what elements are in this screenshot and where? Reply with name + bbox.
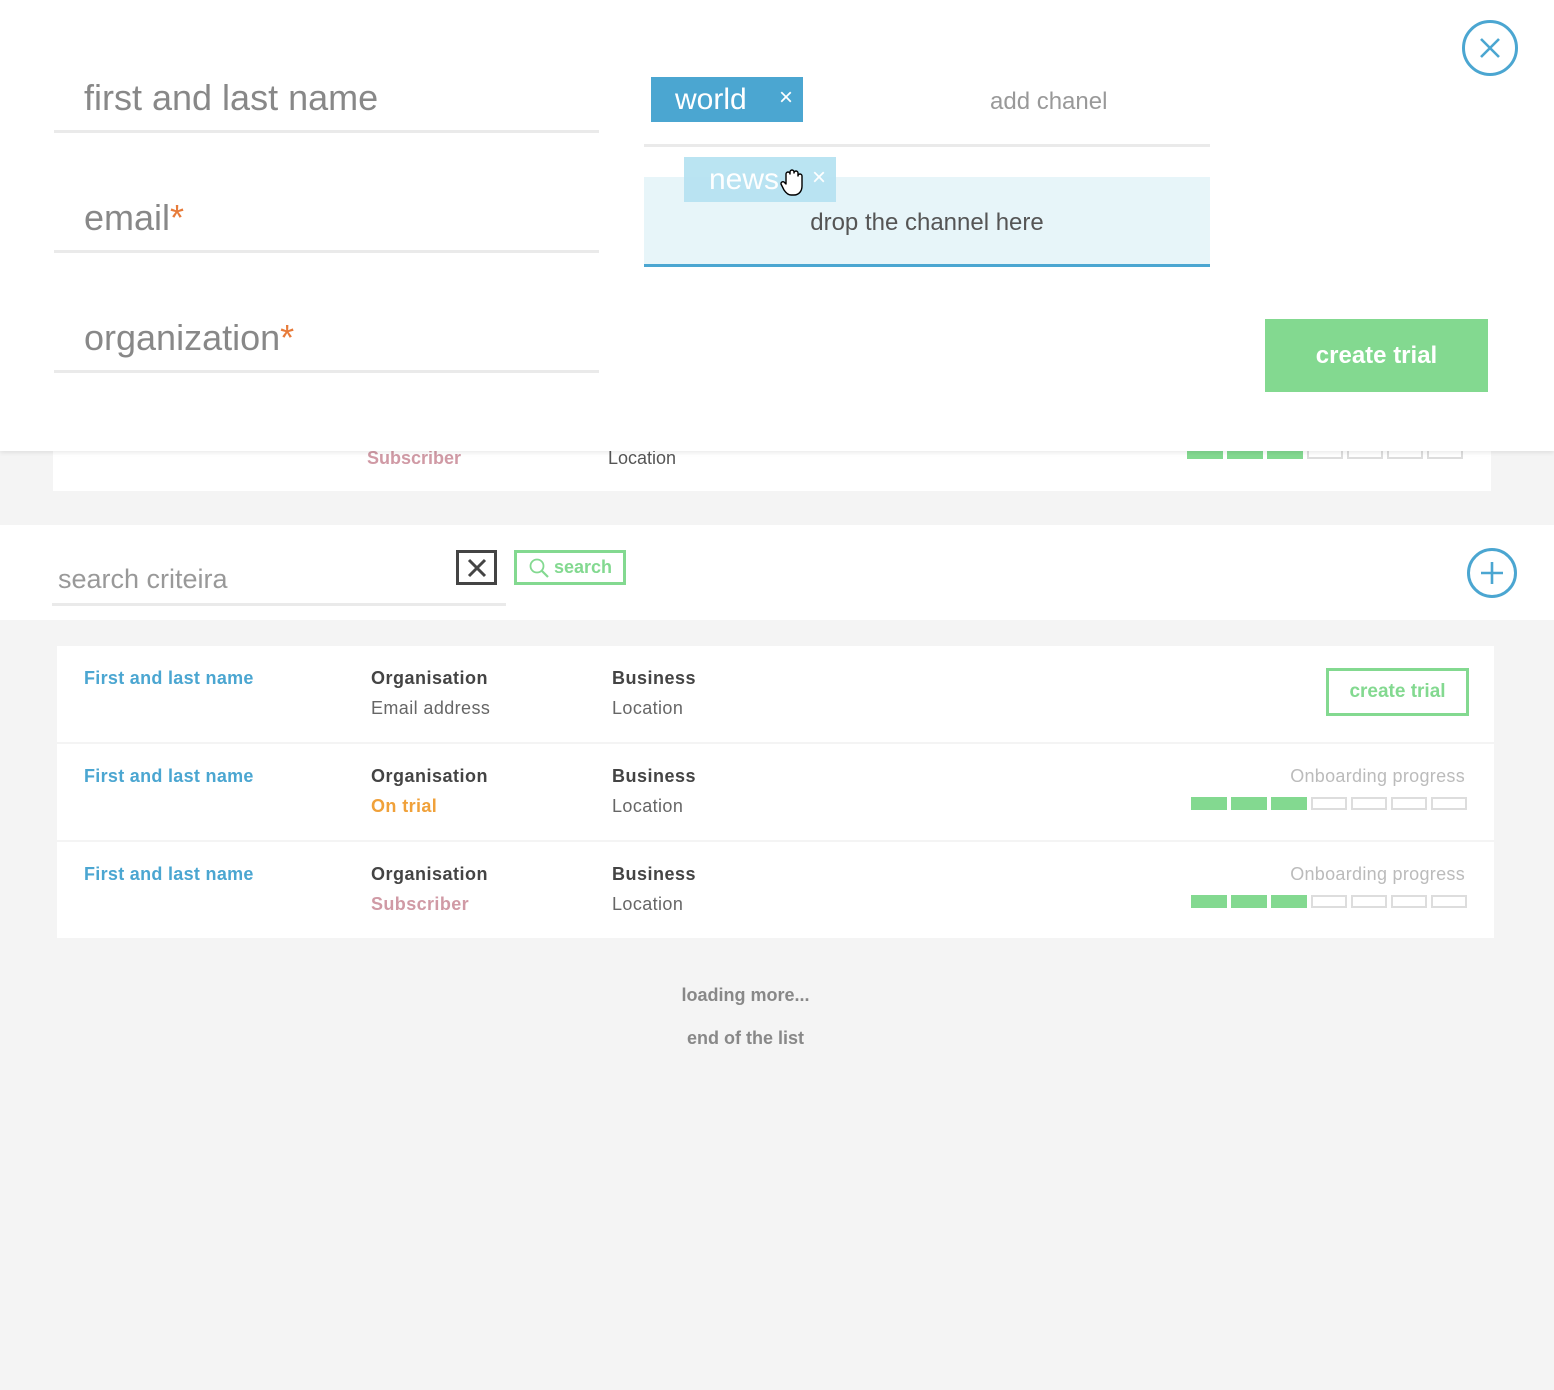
- progress-segment: [1351, 895, 1387, 908]
- magnifier-icon: [529, 558, 549, 578]
- channels-field[interactable]: world × add chanel: [644, 72, 1210, 147]
- user-list: First and last name Organisation Email a…: [57, 646, 1494, 940]
- location-label: Location: [612, 894, 684, 914]
- channel-chip-world[interactable]: world ×: [651, 77, 803, 122]
- add-channel-input[interactable]: add chanel: [990, 88, 1107, 116]
- email-label: Email address: [371, 698, 491, 718]
- business-label: Business: [612, 766, 697, 786]
- channel-chip-label: news: [709, 162, 780, 196]
- organisation-label: Organisation: [371, 766, 489, 786]
- progress-segment: [1191, 797, 1227, 810]
- email-field-placeholder: email*: [84, 197, 185, 238]
- search-button-label: search: [553, 557, 613, 577]
- search-input[interactable]: [52, 555, 506, 606]
- dragged-channel-chip[interactable]: news ×: [684, 157, 836, 202]
- table-row: First and last name Organisation Email a…: [57, 646, 1494, 744]
- email-field[interactable]: email*: [54, 186, 599, 253]
- channel-chip-label: world: [675, 82, 747, 116]
- organization-field-placeholder: organization*: [84, 317, 295, 358]
- required-mark: *: [280, 317, 295, 358]
- search-bar: search: [0, 525, 1554, 620]
- grab-cursor-icon: [780, 169, 803, 196]
- remove-channel-icon[interactable]: ×: [812, 164, 826, 192]
- status-badge: Subscriber: [371, 894, 470, 914]
- close-modal-button[interactable]: [1462, 20, 1518, 76]
- progress-segment: [1431, 797, 1467, 810]
- location-label: Location: [612, 698, 684, 718]
- user-name-link[interactable]: First and last name: [84, 668, 254, 689]
- progress-segment: [1351, 797, 1387, 810]
- plus-icon: [1481, 562, 1503, 584]
- clear-search-button[interactable]: [456, 550, 497, 585]
- table-row: First and last name Organisation On tria…: [57, 744, 1494, 842]
- create-trial-modal: first and last name email* organization*…: [0, 0, 1554, 451]
- create-trial-submit-button[interactable]: create trial: [1265, 319, 1488, 392]
- search-button[interactable]: search: [514, 550, 626, 585]
- x-icon: [467, 558, 486, 577]
- table-row: First and last name Organisation Subscri…: [57, 842, 1494, 940]
- progress-segment: [1391, 797, 1427, 810]
- close-icon: [1480, 38, 1500, 58]
- loading-more-text: loading more...: [681, 985, 810, 1005]
- status-label: Subscriber: [367, 448, 462, 468]
- onboarding-progress-label: Onboarding progress: [1290, 766, 1465, 786]
- status-badge: On trial: [371, 796, 438, 816]
- business-label: Business: [612, 668, 697, 688]
- user-name-link[interactable]: First and last name: [84, 864, 254, 885]
- onboarding-progress-label: Onboarding progress: [1290, 864, 1465, 884]
- add-user-button[interactable]: [1467, 548, 1517, 598]
- progress-segment: [1391, 895, 1427, 908]
- onboarding-progress-bar: [1191, 797, 1467, 810]
- create-trial-button[interactable]: create trial: [1326, 668, 1469, 716]
- drop-zone-label: drop the channel here: [810, 209, 1044, 236]
- name-field-placeholder: first and last name: [84, 77, 379, 118]
- end-of-list-text: end of the list: [687, 1028, 804, 1048]
- progress-segment: [1311, 895, 1347, 908]
- progress-segment: [1311, 797, 1347, 810]
- name-field[interactable]: first and last name: [54, 66, 599, 133]
- progress-segment: [1231, 797, 1267, 810]
- progress-segment: [1191, 895, 1227, 908]
- progress-segment: [1271, 797, 1307, 810]
- location-label: Location: [608, 448, 677, 468]
- organisation-label: Organisation: [371, 864, 489, 884]
- onboarding-progress-bar: [1191, 895, 1467, 908]
- organization-field[interactable]: organization*: [54, 306, 599, 373]
- business-label: Business: [612, 864, 697, 884]
- location-label: Location: [612, 796, 684, 816]
- progress-segment: [1271, 895, 1307, 908]
- required-mark: *: [170, 197, 185, 238]
- progress-segment: [1231, 895, 1267, 908]
- user-name-link[interactable]: First and last name: [84, 766, 254, 787]
- organisation-label: Organisation: [371, 668, 489, 688]
- progress-segment: [1431, 895, 1467, 908]
- remove-channel-icon[interactable]: ×: [779, 84, 793, 112]
